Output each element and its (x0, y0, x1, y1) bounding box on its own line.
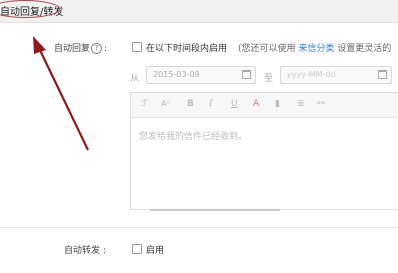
arrow-shaft (37, 45, 89, 151)
arrow-head (33, 36, 46, 54)
annotation-arrow (33, 36, 89, 151)
